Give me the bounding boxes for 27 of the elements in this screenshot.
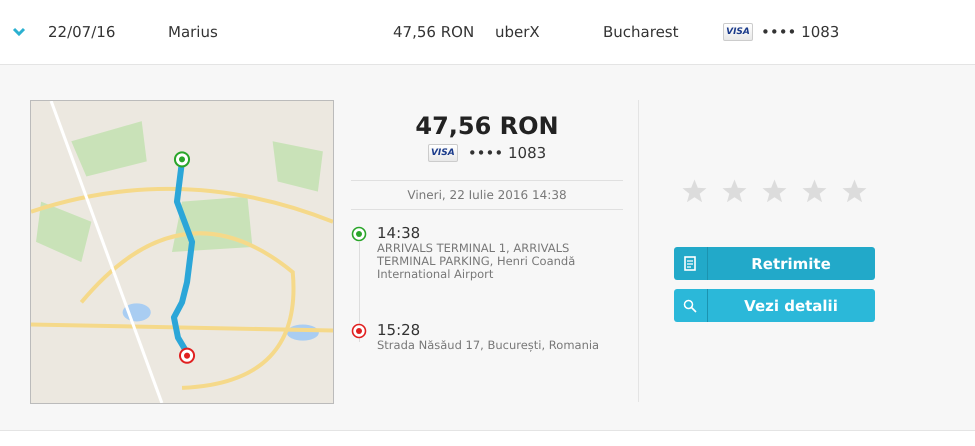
star-icon[interactable]	[840, 178, 868, 205]
card-brand-logo: VISA	[428, 144, 458, 162]
receipt-icon	[684, 256, 696, 271]
trip-fare: 47,56 RON	[414, 112, 560, 140]
trip-datetime: Vineri, 22 Iulie 2016 14:38	[351, 180, 623, 210]
trip-date: 22/07/16	[48, 23, 116, 41]
trip-fare: 47,56 RON	[393, 23, 473, 41]
driver-name: Marius	[168, 23, 219, 41]
card-number: •••• 1083	[761, 23, 840, 41]
stop-address: Strada Năsăud 17, București, Romania	[377, 339, 600, 352]
star-icon[interactable]	[680, 178, 708, 205]
card-number: •••• 1083	[468, 144, 546, 162]
details-button[interactable]: Vezi detalii	[674, 289, 874, 322]
vehicle-type: uberX	[495, 23, 541, 41]
search-icon	[683, 298, 697, 312]
star-icon[interactable]	[760, 178, 788, 205]
star-icon[interactable]	[720, 178, 748, 205]
stop-address: ARRIVALS TERMINAL 1, ARRIVALS TERMINAL PARKING, Henri Coandă International Airport	[377, 242, 576, 281]
star-icon[interactable]	[800, 178, 828, 205]
resend-button[interactable]: Retrimite	[674, 247, 874, 280]
chevron-icon[interactable]	[12, 27, 26, 37]
pickup-marker-icon	[351, 226, 367, 242]
stop-time: 15:28	[377, 321, 422, 339]
trip-city: Bucharest	[603, 23, 680, 41]
card-brand-logo: VISA	[723, 23, 753, 41]
stop-time: 14:38	[377, 224, 422, 242]
dropoff-marker-icon	[351, 323, 367, 339]
